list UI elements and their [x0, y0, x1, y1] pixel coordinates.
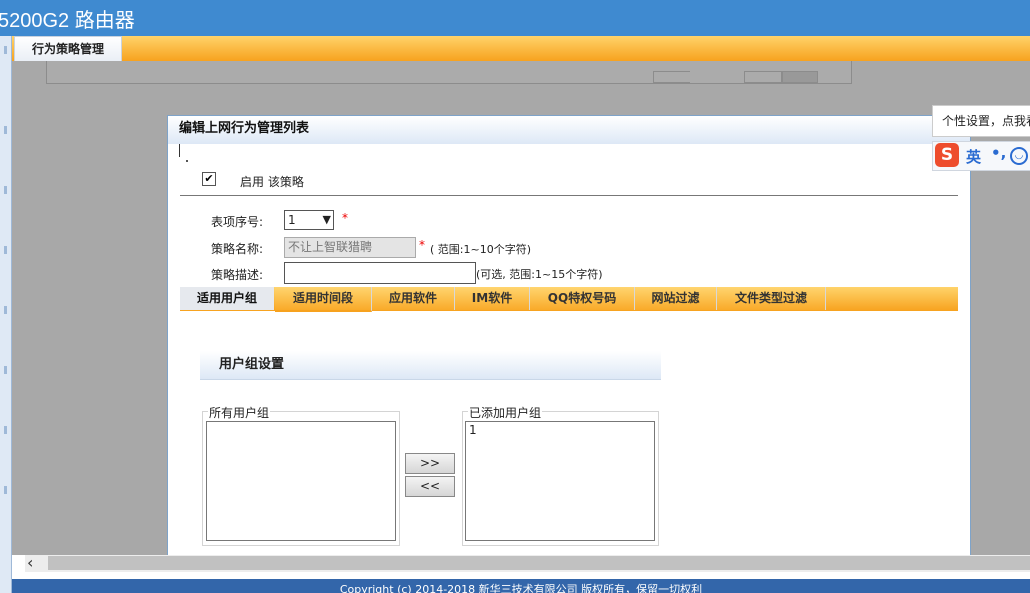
app-header: 5200G2 路由器 [0, 0, 1030, 36]
remove-group-button[interactable]: << [405, 476, 455, 497]
smile-icon[interactable]: ◡ [1010, 147, 1028, 165]
name-label: 策略名称: [211, 242, 264, 256]
all-groups-legend: 所有用户组 [208, 404, 271, 421]
tab-filetype-filter[interactable]: 文件类型过滤 [717, 287, 826, 310]
ime-punctuation-toggle[interactable]: •, [991, 144, 1006, 162]
ime-mode-toggle[interactable]: 英 [966, 146, 981, 167]
added-groups-legend: 已添加用户组 [468, 404, 543, 421]
required-mark: * [419, 238, 425, 252]
nav-marker [4, 246, 7, 254]
tab-qq-privilege[interactable]: QQ特权号码 [530, 287, 635, 310]
tab-im-software[interactable]: IM软件 [455, 287, 530, 310]
policy-name-field: 不让上智联猎聘 [284, 237, 416, 258]
ime-toolbar[interactable]: S 英 •, ◡ [932, 141, 1030, 171]
index-select[interactable]: 1 ▼ [284, 210, 334, 230]
left-nav-strip [0, 36, 12, 593]
nav-marker [4, 366, 7, 374]
name-hint: ( 范围:1~10个字符) [430, 243, 531, 256]
tab-website-filter[interactable]: 网站过滤 [635, 287, 717, 310]
app-title: 5200G2 路由器 [0, 10, 135, 32]
list-item[interactable]: 1 [469, 423, 477, 437]
tab-user-groups[interactable]: 适用用户组 [180, 287, 274, 310]
desc-label: 策略描述: [211, 268, 264, 282]
background-field [744, 71, 782, 83]
edit-policy-dialog: 编辑上网行为管理列表 ✔ 启用 该策略 表项序号: 1 ▼ * 策略名称: 不让… [167, 115, 971, 556]
scrollbar-thumb[interactable] [48, 556, 1030, 570]
tab-time-range[interactable]: 适用时间段 [275, 287, 372, 312]
tab-applications[interactable]: 应用软件 [372, 287, 455, 310]
enable-policy-label: 启用 该策略 [240, 175, 304, 189]
nav-marker [4, 306, 7, 314]
sogou-logo-icon[interactable]: S [935, 143, 959, 167]
required-mark: * [342, 211, 348, 225]
dialog-title: 编辑上网行为管理列表 [168, 116, 970, 144]
nav-marker [4, 486, 7, 494]
dot-mark [186, 160, 188, 162]
policy-desc-input[interactable] [284, 262, 476, 284]
chevron-left-icon[interactable]: ‹ [27, 553, 33, 572]
tab-behavior-policy[interactable]: 行为策略管理 [14, 36, 122, 62]
nav-marker [4, 426, 7, 434]
added-groups-list[interactable]: 1 [465, 421, 655, 541]
index-select-value: 1 [288, 213, 296, 227]
divider [180, 195, 958, 196]
background-button [782, 71, 818, 83]
user-group-panel-title: 用户组设置 [200, 351, 661, 380]
main-tab-bar: 行为策略管理 [12, 36, 1030, 62]
policy-tab-bar: 适用用户组 适用时间段 应用软件 IM软件 QQ特权号码 网站过滤 文件类型过滤 [180, 287, 958, 312]
add-group-button[interactable]: >> [405, 453, 455, 474]
horizontal-scrollbar[interactable]: ‹ [25, 553, 1030, 572]
all-groups-list[interactable] [206, 421, 396, 541]
enable-policy-checkbox[interactable]: ✔ [202, 172, 216, 186]
background-field [653, 71, 690, 83]
ime-tooltip: 个性设置，点我看 [932, 105, 1030, 137]
footer-copyright: Copyright (c) 2014-2018 新华三技术有限公司 版权所有，保… [12, 579, 1030, 593]
desc-hint: (可选, 范围:1~15个字符) [476, 268, 603, 281]
nav-marker [4, 186, 7, 194]
background-table-remnant [46, 61, 852, 84]
nav-marker [4, 46, 7, 54]
nav-marker [4, 126, 7, 134]
index-label: 表项序号: [211, 215, 264, 229]
text-caret [179, 144, 180, 157]
chevron-down-icon: ▼ [322, 213, 331, 226]
